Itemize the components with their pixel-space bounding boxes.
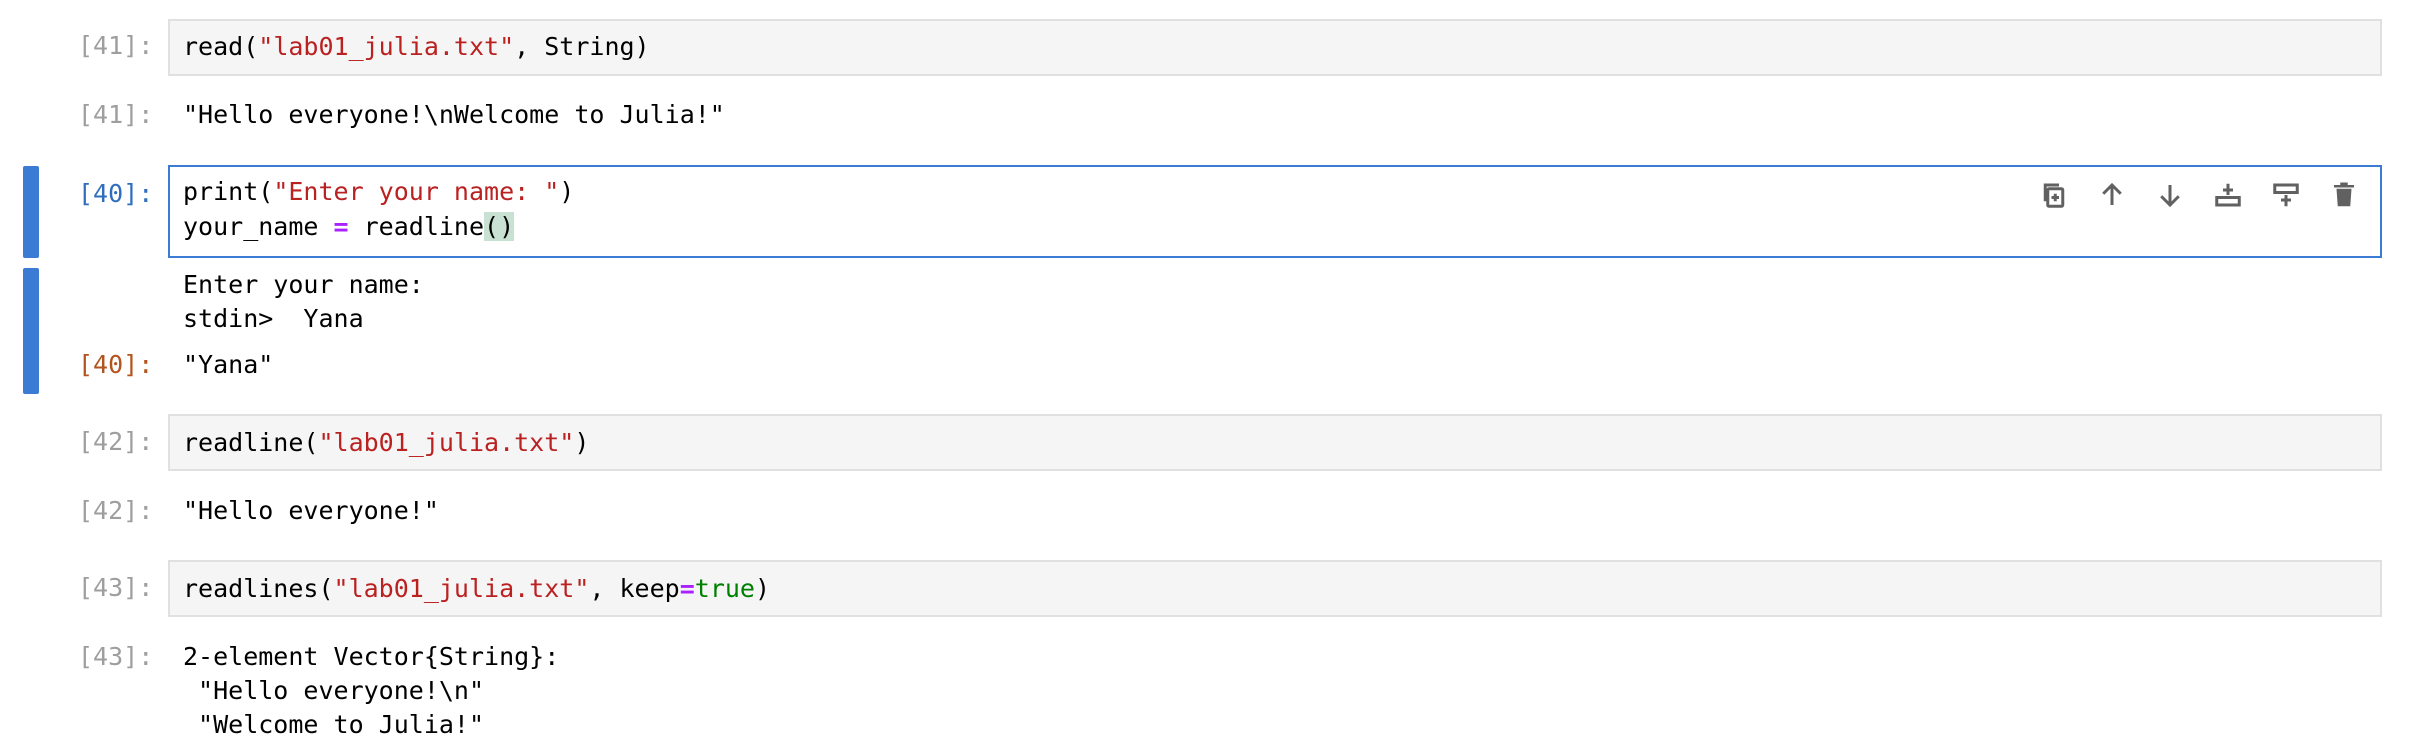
code-token: , keep (589, 574, 680, 603)
insert-above-icon (2214, 183, 2241, 206)
code-token: readline( (183, 428, 319, 457)
stream-output: Enter your name: stdin> Yana (183, 268, 424, 336)
output-line: "Hello everyone!\n" (183, 676, 485, 705)
code-token: "lab01_julia.txt" (318, 428, 575, 457)
code-token: your_name (183, 212, 334, 241)
stream-line: stdin> Yana (183, 304, 364, 333)
code-token: readline (348, 212, 485, 241)
code-token: ) (559, 177, 575, 206)
code-editor[interactable]: readlines("lab01_julia.txt", keep=true) (183, 571, 770, 606)
code-line[interactable]: read("lab01_julia.txt", String) (183, 29, 650, 64)
code-token: "lab01_julia.txt" (333, 574, 590, 603)
delete-icon (2333, 182, 2354, 206)
cell-output: "Hello everyone!" (183, 494, 439, 528)
output-line: "Yana" (183, 350, 274, 379)
output-prompt: [42]: (78, 496, 154, 525)
input-prompt: [40]: (78, 179, 154, 208)
cell-output: "Yana" (183, 348, 273, 382)
duplicate-icon (2043, 183, 2064, 208)
move-down-button[interactable] (2151, 176, 2188, 213)
code-token: ) (754, 574, 771, 603)
output-line: "Hello everyone!\nWelcome to Julia!" (183, 100, 725, 129)
output-prompt: [41]: (78, 100, 154, 129)
code-token: "Enter your name: " (273, 177, 560, 206)
code-token: "lab01_julia.txt" (258, 32, 515, 61)
code-token: = (333, 212, 349, 241)
output-line: 2-element Vector{String}: (183, 642, 560, 671)
insert-below-button[interactable] (2267, 176, 2304, 213)
code-token: print( (183, 177, 274, 206)
move-down-icon (2159, 184, 2180, 207)
output-line: "Welcome to Julia!" (183, 710, 485, 739)
code-token: , String) (514, 32, 650, 61)
insert-below-icon (2272, 183, 2299, 206)
input-prompt: [41]: (78, 31, 154, 60)
output-prompt: [43]: (78, 642, 154, 671)
code-token: true (694, 574, 755, 603)
move-up-icon (2101, 182, 2122, 205)
code-line[interactable]: print("Enter your name: ") (183, 174, 574, 209)
code-line[interactable]: readline("lab01_julia.txt") (183, 425, 589, 460)
output-line: "Hello everyone!" (183, 496, 439, 525)
code-token: () (484, 212, 515, 241)
cell-toolbar (2035, 176, 2362, 213)
output-collapser[interactable] (23, 268, 39, 394)
stream-line: Enter your name: (183, 270, 424, 299)
code-editor[interactable]: readline("lab01_julia.txt") (183, 425, 589, 460)
code-editor[interactable]: read("lab01_julia.txt", String) (183, 29, 650, 64)
code-token: ) (574, 428, 590, 457)
input-collapser[interactable] (23, 166, 39, 258)
insert-above-button[interactable] (2209, 176, 2246, 213)
input-prompt: [43]: (78, 573, 154, 602)
code-line[interactable]: readlines("lab01_julia.txt", keep=true) (183, 571, 770, 606)
delete-cell-button[interactable] (2325, 176, 2362, 213)
duplicate-cell-button[interactable] (2035, 176, 2072, 213)
move-up-button[interactable] (2093, 176, 2130, 213)
cell-output: 2-element Vector{String}: "Hello everyon… (183, 640, 559, 742)
code-token: = (679, 574, 695, 603)
code-editor[interactable]: print("Enter your name: ") your_name = re… (183, 174, 574, 244)
input-prompt: [42]: (78, 427, 154, 456)
code-line[interactable]: your_name = readline() (183, 209, 574, 244)
cell-output: "Hello everyone!\nWelcome to Julia!" (183, 98, 725, 132)
output-prompt: [40]: (78, 350, 154, 379)
code-token: readlines( (183, 574, 334, 603)
code-token: read( (183, 32, 259, 61)
